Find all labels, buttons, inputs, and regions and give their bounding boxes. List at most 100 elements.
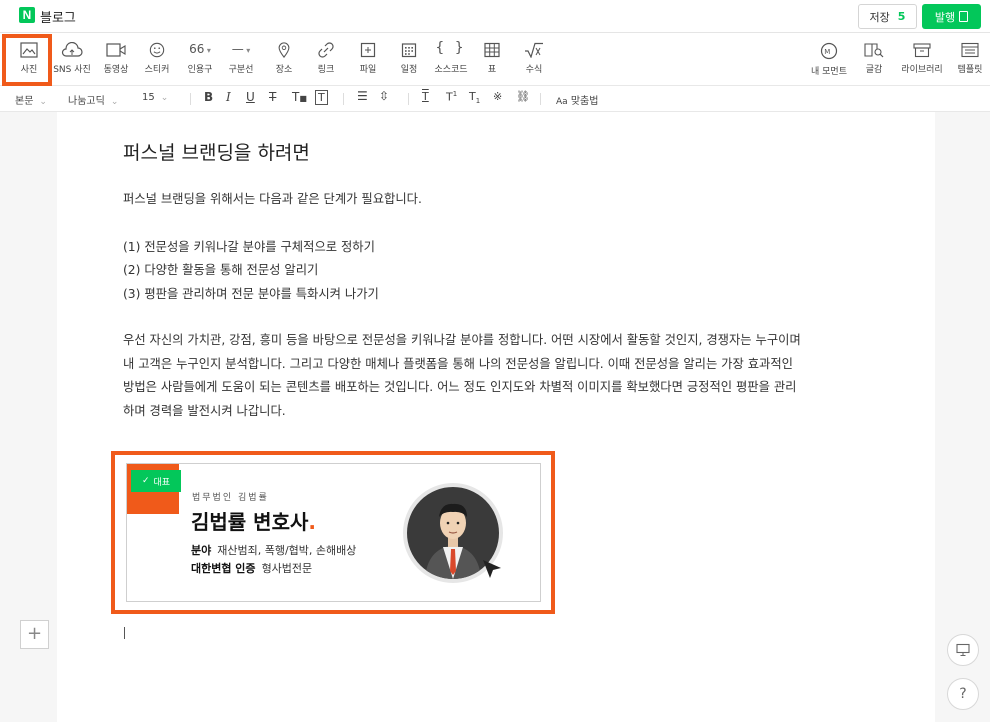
cursor-arrow-icon	[483, 560, 501, 578]
toolbar-label: 동영상	[103, 65, 129, 75]
certification: 대한변협 인증 형사법전문	[191, 562, 313, 575]
special-char-icon[interactable]: ※	[493, 90, 502, 103]
practice-area: 분야 재산범죄, 폭행/협박, 손해배상	[191, 544, 357, 557]
font-size-select[interactable]: 15 ⌄	[142, 92, 168, 103]
profile-banner-image[interactable]: ✓ 대표 법무법인 김법률 김법률 변호사. 분야 재산범죄, 폭행/협박, 손해…	[126, 463, 541, 602]
format-toolbar: 본문 ⌄ 나눔고딕 ⌄ 15 ⌄ B I U T T■ T ☰ ⇳ T T1 T1 ※…	[0, 86, 990, 112]
help-button[interactable]: ?	[947, 678, 979, 710]
app-title[interactable]: 블로그	[40, 7, 76, 26]
toolbar-label: 구분선	[228, 65, 254, 75]
toolbar-place[interactable]: 장소	[270, 34, 298, 86]
toolbar-label: 내 모먼트	[811, 67, 847, 77]
intro-paragraph[interactable]: 퍼스널 브랜딩을 위해서는 다음과 같은 단계가 필요합니다.	[123, 189, 422, 207]
publish-button[interactable]: 발행	[922, 4, 981, 29]
template-icon	[961, 42, 979, 58]
calendar-icon	[401, 43, 417, 58]
divider	[540, 93, 541, 105]
lawyer-name: 김법률 변호사.	[191, 510, 316, 534]
toolbar-link[interactable]: 링크	[312, 34, 340, 86]
link-icon[interactable]: ⛓	[516, 90, 530, 103]
divider	[190, 93, 191, 105]
letter-spacing-icon[interactable]: T	[422, 90, 429, 103]
quote-icon: 66 ▾	[189, 42, 211, 56]
body-line: 하며 경력을 발전시켜 나갑니다.	[123, 403, 286, 418]
naver-logo-icon[interactable]: N	[19, 7, 35, 23]
toolbar-table[interactable]: 표	[480, 34, 504, 86]
document-icon	[959, 11, 969, 22]
toolbar-label: SNS 사진	[53, 65, 91, 75]
monitor-icon	[956, 643, 970, 656]
bold-icon[interactable]: B	[204, 90, 213, 104]
line-height-icon[interactable]: ⇳	[379, 89, 389, 103]
toolbar-label: 표	[487, 65, 497, 75]
font-family-select[interactable]: 나눔고딕 ⌄	[68, 92, 118, 107]
text-cursor	[124, 627, 125, 639]
superscript-icon[interactable]: T1	[446, 90, 457, 104]
photo-highlight-frame	[2, 34, 52, 86]
toolbar-divider[interactable]: — ▾ 구분선	[224, 34, 258, 86]
body-line: 방법은 사람들에게 도움이 되는 콘텐츠를 배포하는 것입니다. 어느 정도 인…	[123, 380, 797, 394]
law-firm-name: 법무법인 김법률	[192, 493, 269, 503]
preview-monitor-button[interactable]	[947, 634, 979, 666]
toolbar-sticker[interactable]: 스티커	[142, 34, 172, 86]
pin-icon	[278, 42, 290, 58]
toolbar-label: 수식	[525, 65, 543, 75]
toolbar-label: 링크	[317, 65, 335, 75]
insert-toolbar: 사진 SNS 사진 동영상 스티커 66 ▾ 인용구 — ▾ 구분선 장소 링크…	[0, 34, 990, 86]
code-icon: { }	[435, 40, 467, 56]
link-icon	[318, 42, 334, 58]
toolbar-label: 일정	[400, 65, 418, 75]
toolbar-label: 소스코드	[434, 65, 468, 75]
toolbar-file[interactable]: 파일	[354, 34, 382, 86]
toolbar-writing-material[interactable]: 글감	[860, 34, 888, 86]
question-icon: ?	[959, 686, 967, 702]
save-count[interactable]: 5	[898, 10, 906, 23]
step-item[interactable]: (2) 다양한 활동을 통해 전문성 알리기	[123, 260, 318, 278]
body-line: 우선 자신의 가치관, 강점, 흥미 등을 바탕으로 전문성을 키워나갈 분야를…	[123, 333, 801, 347]
badge-label: 대표	[153, 477, 171, 488]
toolbar-sns-photo[interactable]: SNS 사진	[52, 34, 92, 86]
toolbar-quote[interactable]: 66 ▾ 인용구	[184, 34, 216, 86]
save-label: 저장	[869, 10, 890, 24]
divider-icon: — ▾	[231, 42, 251, 56]
chevron-down-icon: ⌄	[160, 93, 169, 103]
svg-text:M: M	[824, 48, 830, 56]
check-icon: ✓	[141, 476, 150, 486]
toolbar-label: 글감	[865, 65, 883, 75]
step-item[interactable]: (1) 전문성을 키워나갈 분야를 구체적으로 정하기	[123, 237, 375, 255]
spellcheck-icon: Aa	[556, 97, 568, 107]
align-left-icon[interactable]: ☰	[357, 89, 368, 103]
table-icon	[484, 42, 500, 58]
toolbar-video[interactable]: 동영상	[100, 34, 132, 86]
spellcheck-button[interactable]: Aa 맞춤법	[556, 92, 598, 107]
body-paragraph[interactable]: 우선 자신의 가치관, 강점, 흥미 등을 바탕으로 전문성을 키워나갈 분야를…	[123, 329, 868, 423]
top-header: N 블로그 저장 5 발행	[0, 0, 990, 33]
save-button[interactable]: 저장 5	[858, 4, 917, 29]
background-color-icon[interactable]: T	[315, 90, 328, 105]
strikethrough-icon[interactable]: T	[269, 90, 276, 104]
toolbar-my-moment[interactable]: M 내 모먼트	[808, 34, 850, 86]
toolbar-schedule[interactable]: 일정	[395, 34, 423, 86]
post-title[interactable]: 퍼스널 브랜딩을 하려면	[123, 138, 310, 165]
toolbar-formula[interactable]: 수식	[520, 34, 548, 86]
step-item[interactable]: (3) 평판을 관리하며 전문 분야를 특화시켜 나가기	[123, 284, 379, 302]
toolbar-library[interactable]: 라이브러리	[898, 34, 946, 86]
divider	[343, 93, 344, 105]
underline-icon[interactable]: U	[246, 90, 255, 104]
body-line: 내 고객은 누구인지 분석합니다. 그리고 다양한 매체나 플랫폼을 통해 나의…	[123, 356, 793, 371]
toolbar-label: 라이브러리	[901, 65, 943, 75]
formula-icon	[525, 42, 543, 58]
toolbar-template[interactable]: 템플릿	[954, 34, 986, 86]
toolbar-source-code[interactable]: { } 소스코드	[432, 34, 470, 86]
toolbar-label: 파일	[359, 65, 377, 75]
chevron-down-icon: ⌄	[39, 97, 47, 107]
italic-icon[interactable]: I	[226, 90, 231, 104]
paragraph-style-select[interactable]: 본문 ⌄	[15, 92, 47, 107]
toolbar-label: 장소	[275, 65, 293, 75]
add-component-button[interactable]: +	[20, 620, 49, 649]
representative-badge[interactable]: ✓ 대표	[131, 470, 181, 492]
moment-icon: M	[820, 42, 838, 60]
font-color-icon[interactable]: T■	[292, 90, 307, 104]
subscript-icon[interactable]: T1	[469, 90, 480, 105]
chevron-down-icon: ⌄	[110, 97, 119, 107]
